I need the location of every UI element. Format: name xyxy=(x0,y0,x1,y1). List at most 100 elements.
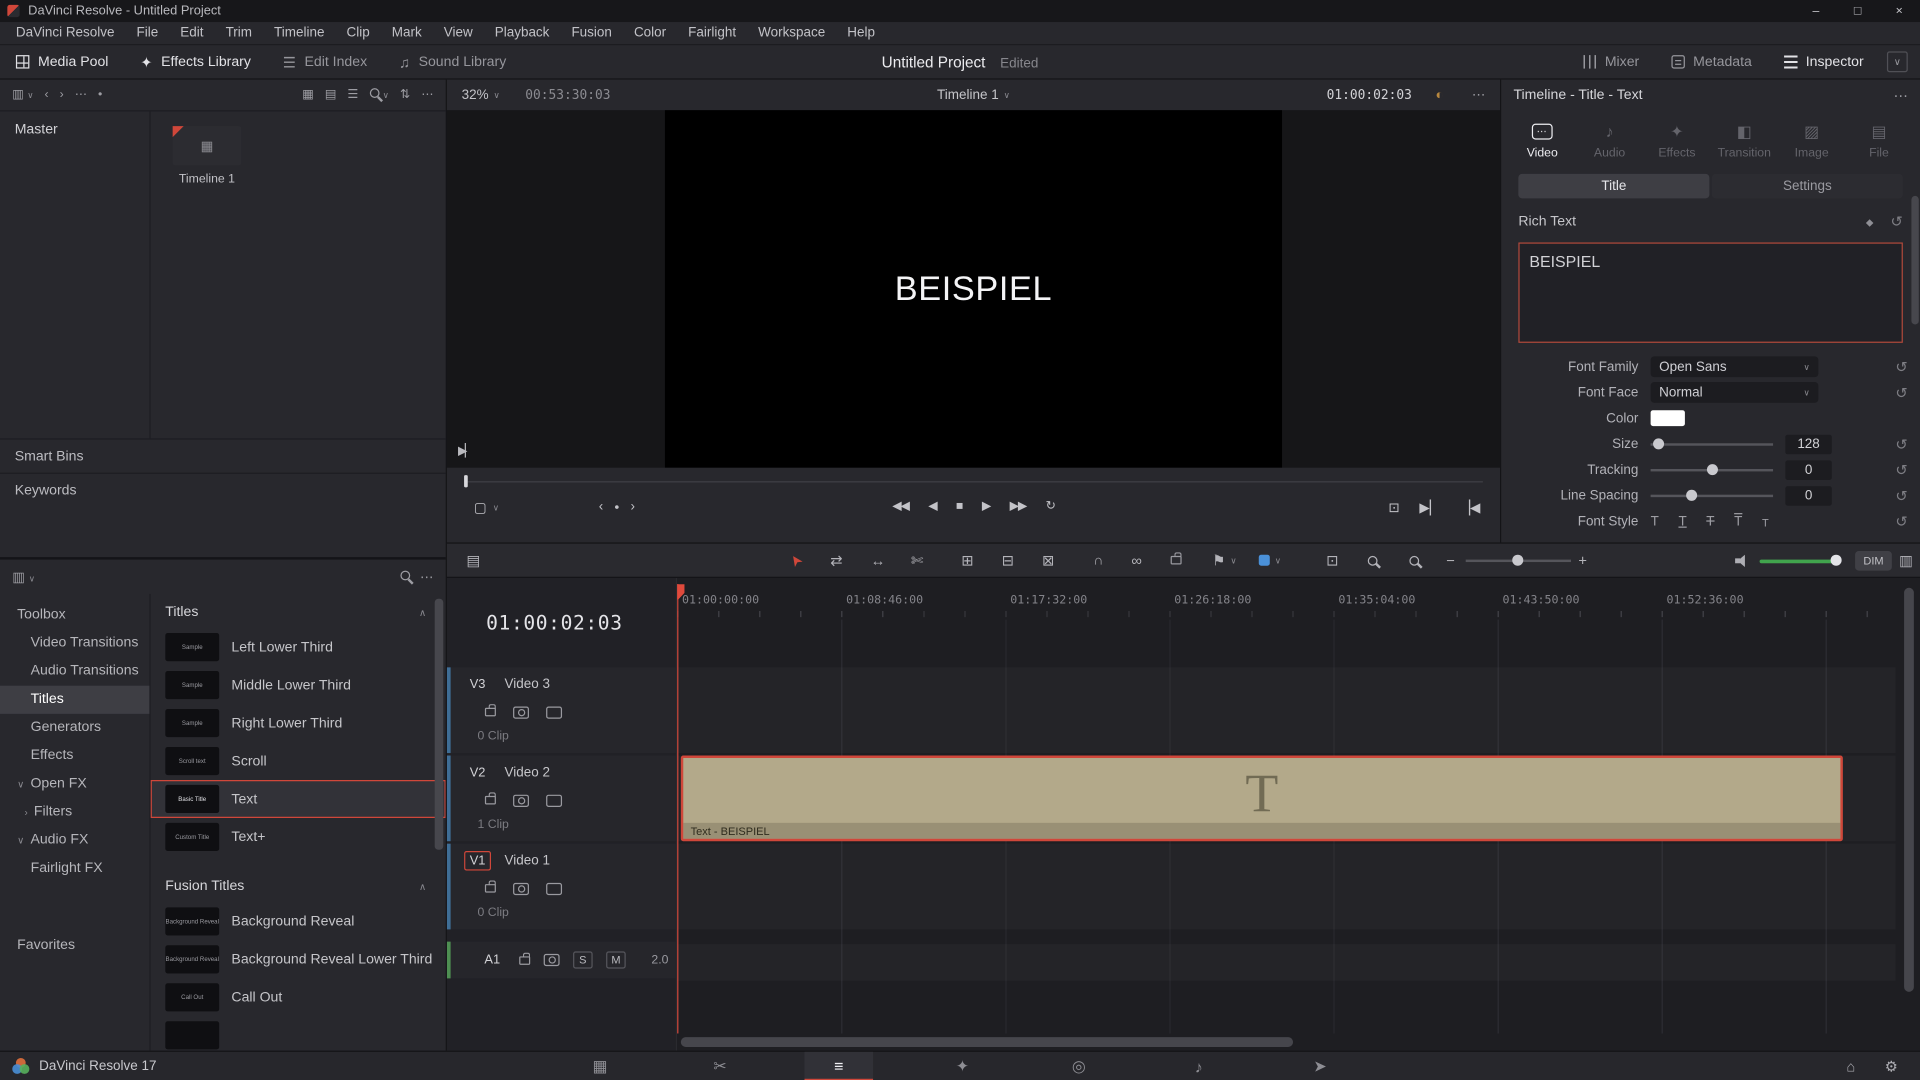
settings-gear-icon[interactable]: ⚙ xyxy=(1885,1057,1898,1074)
keyframe-icon[interactable]: ◆ xyxy=(1866,216,1874,227)
title-item-left-lower-third[interactable]: Sample Left Lower Third xyxy=(151,628,446,666)
titles-scrollbar[interactable] xyxy=(434,598,444,850)
menu-fusion[interactable]: Fusion xyxy=(560,21,622,44)
video-canvas[interactable]: BEISPIEL xyxy=(664,110,1283,468)
marker-button[interactable]: ∨ xyxy=(1258,544,1281,577)
viewer-options-icon[interactable]: ⋯ xyxy=(1472,80,1485,111)
auto-select-icon[interactable] xyxy=(546,882,563,895)
menu-trim[interactable]: Trim xyxy=(215,21,263,44)
reset-icon[interactable]: ↺ xyxy=(1895,384,1907,401)
reset-icon[interactable]: ↺ xyxy=(1895,487,1907,504)
title-text-input[interactable]: BEISPIEL xyxy=(1518,242,1903,343)
nav-video-transitions[interactable]: Video Transitions xyxy=(0,629,149,657)
timeline-panel-toggle-icon[interactable]: ▥ xyxy=(1899,544,1913,577)
close-button[interactable]: × xyxy=(1878,0,1920,22)
page-cut[interactable]: ✂ xyxy=(693,1052,747,1080)
menu-fairlight[interactable]: Fairlight xyxy=(677,21,747,44)
tracking-value[interactable]: 0 xyxy=(1785,459,1832,480)
line-spacing-value[interactable]: 0 xyxy=(1785,485,1832,506)
page-color[interactable]: ◎ xyxy=(1052,1052,1106,1080)
media-pool-toggle[interactable]: Media Pool xyxy=(0,45,124,78)
sort-icon[interactable]: ⇅ xyxy=(400,88,410,101)
style-subscript-button[interactable]: T xyxy=(1762,516,1769,528)
tab-image[interactable]: ▨ Image xyxy=(1778,113,1845,169)
layout-preset-dropdown[interactable]: ∨ xyxy=(1886,51,1908,73)
title-item-text[interactable]: Basic Title Text xyxy=(150,780,446,818)
title-item-call-out[interactable]: Call Out Call Out xyxy=(151,978,446,1016)
track-lane-v1[interactable] xyxy=(677,844,1895,930)
maximize-button[interactable]: □ xyxy=(1837,0,1879,22)
last-frame-button[interactable]: ▶▶ xyxy=(1010,500,1028,513)
timeline-ruler[interactable]: 01:00:00:00 01:08:46:00 01:17:32:00 01:2… xyxy=(677,578,1896,620)
menu-clip[interactable]: Clip xyxy=(335,21,380,44)
zoom-window-icon[interactable]: ⊡ xyxy=(1326,544,1338,577)
smart-bins-section[interactable]: Smart Bins xyxy=(0,438,446,472)
menu-view[interactable]: View xyxy=(433,21,484,44)
nav-audio-transitions[interactable]: Audio Transitions xyxy=(0,658,149,686)
titles-section-header[interactable]: Titles ∧ xyxy=(151,596,446,628)
nav-titles[interactable]: Titles xyxy=(0,685,150,714)
previous-edit-icon[interactable]: ▕◀ xyxy=(1460,500,1481,516)
title-item-right-lower-third[interactable]: Sample Right Lower Third xyxy=(151,704,446,742)
next-edit-icon[interactable]: ▶▏ xyxy=(1419,500,1440,516)
fx-search-icon[interactable] xyxy=(400,569,411,584)
size-value[interactable]: 128 xyxy=(1785,434,1832,454)
clip-enable-icon[interactable] xyxy=(513,705,529,719)
menu-help[interactable]: Help xyxy=(836,21,886,44)
overwrite-clip-icon[interactable]: ⊟ xyxy=(1002,544,1014,577)
lock-icon[interactable] xyxy=(484,792,496,805)
flag-button[interactable]: ⚑ ∨ xyxy=(1212,544,1236,577)
volume-slider-handle[interactable] xyxy=(1830,554,1842,566)
clip-enable-icon[interactable] xyxy=(543,953,560,967)
subtab-settings[interactable]: Settings xyxy=(1711,173,1903,199)
menu-timeline[interactable]: Timeline xyxy=(263,21,335,44)
track-header-v2[interactable]: V2 Video 2 1 Clip xyxy=(446,755,676,842)
minimize-button[interactable]: – xyxy=(1795,0,1837,22)
timeline-vertical-scrollbar[interactable] xyxy=(1904,587,1914,992)
title-item-middle-lower-third[interactable]: Sample Middle Lower Third xyxy=(151,666,446,704)
tab-effects[interactable]: ✦ Effects xyxy=(1643,113,1710,169)
font-family-dropdown[interactable]: Open Sans ∨ xyxy=(1650,356,1819,378)
title-item-scroll[interactable]: Scroll text Scroll xyxy=(151,742,446,780)
search-icon[interactable]: ∨ xyxy=(369,88,389,101)
track-id[interactable]: V3 xyxy=(464,675,491,695)
clip-enable-icon[interactable] xyxy=(513,794,529,807)
audio-monitor-icon[interactable] xyxy=(1735,544,1750,577)
media-pool-options-icon[interactable]: ⋯ xyxy=(421,88,433,101)
first-frame-button[interactable]: ◀◀ xyxy=(892,500,910,513)
list-view-icon[interactable]: ☰ xyxy=(347,88,358,101)
nav-favorites[interactable]: Favorites xyxy=(0,932,149,960)
style-strikethrough-button[interactable]: T xyxy=(1706,514,1714,529)
solo-button[interactable]: S xyxy=(573,951,593,969)
color-swatch[interactable] xyxy=(1650,410,1685,427)
jog-wheel-icon[interactable]: ● xyxy=(614,503,619,512)
nav-fairlight-fx[interactable]: Fairlight FX xyxy=(0,855,149,883)
selection-mode-button[interactable]: ➤ xyxy=(785,544,806,577)
track-lane-a1[interactable] xyxy=(677,944,1895,981)
effects-library-toggle[interactable]: ✦ Effects Library xyxy=(124,45,266,78)
nav-open-fx[interactable]: ∨ Open FX xyxy=(0,770,149,798)
timeline-tracks-area[interactable]: 01:00:00:00 01:08:46:00 01:17:32:00 01:2… xyxy=(677,577,1920,1051)
tab-audio[interactable]: ♪ Audio xyxy=(1576,113,1643,169)
track-header-v1[interactable]: V1 Video 1 0 Clip xyxy=(446,843,676,930)
page-deliver[interactable]: ➤ xyxy=(1293,1052,1347,1080)
title-item-partial[interactable] xyxy=(151,1016,446,1050)
menu-color[interactable]: Color xyxy=(623,21,677,44)
timeline-view-options-icon[interactable]: ▤ xyxy=(467,544,481,577)
font-face-dropdown[interactable]: Normal ∨ xyxy=(1650,382,1819,403)
viewer-scrub-bar[interactable] xyxy=(464,481,1483,483)
lock-icon[interactable] xyxy=(519,952,531,965)
match-frame-icon[interactable]: ⊡ xyxy=(1388,500,1399,516)
zoom-fit-icon[interactable] xyxy=(1367,544,1378,577)
page-media[interactable]: ▦ xyxy=(573,1052,627,1080)
goto-in-icon[interactable]: ▶▏ xyxy=(458,444,474,457)
loop-button[interactable]: ↻ xyxy=(1046,500,1056,513)
nav-audio-fx[interactable]: ∨ Audio FX xyxy=(0,827,149,855)
menu-mark[interactable]: Mark xyxy=(381,21,433,44)
auto-select-icon[interactable] xyxy=(546,794,563,807)
volume-slider[interactable] xyxy=(1759,559,1841,564)
media-clip-timeline-1[interactable]: ▦ Timeline 1 xyxy=(170,126,243,186)
linked-selection-icon[interactable]: ∞ xyxy=(1131,544,1141,577)
style-overline-button[interactable]: T xyxy=(1734,514,1742,529)
back-icon[interactable]: ‹ xyxy=(45,88,49,101)
